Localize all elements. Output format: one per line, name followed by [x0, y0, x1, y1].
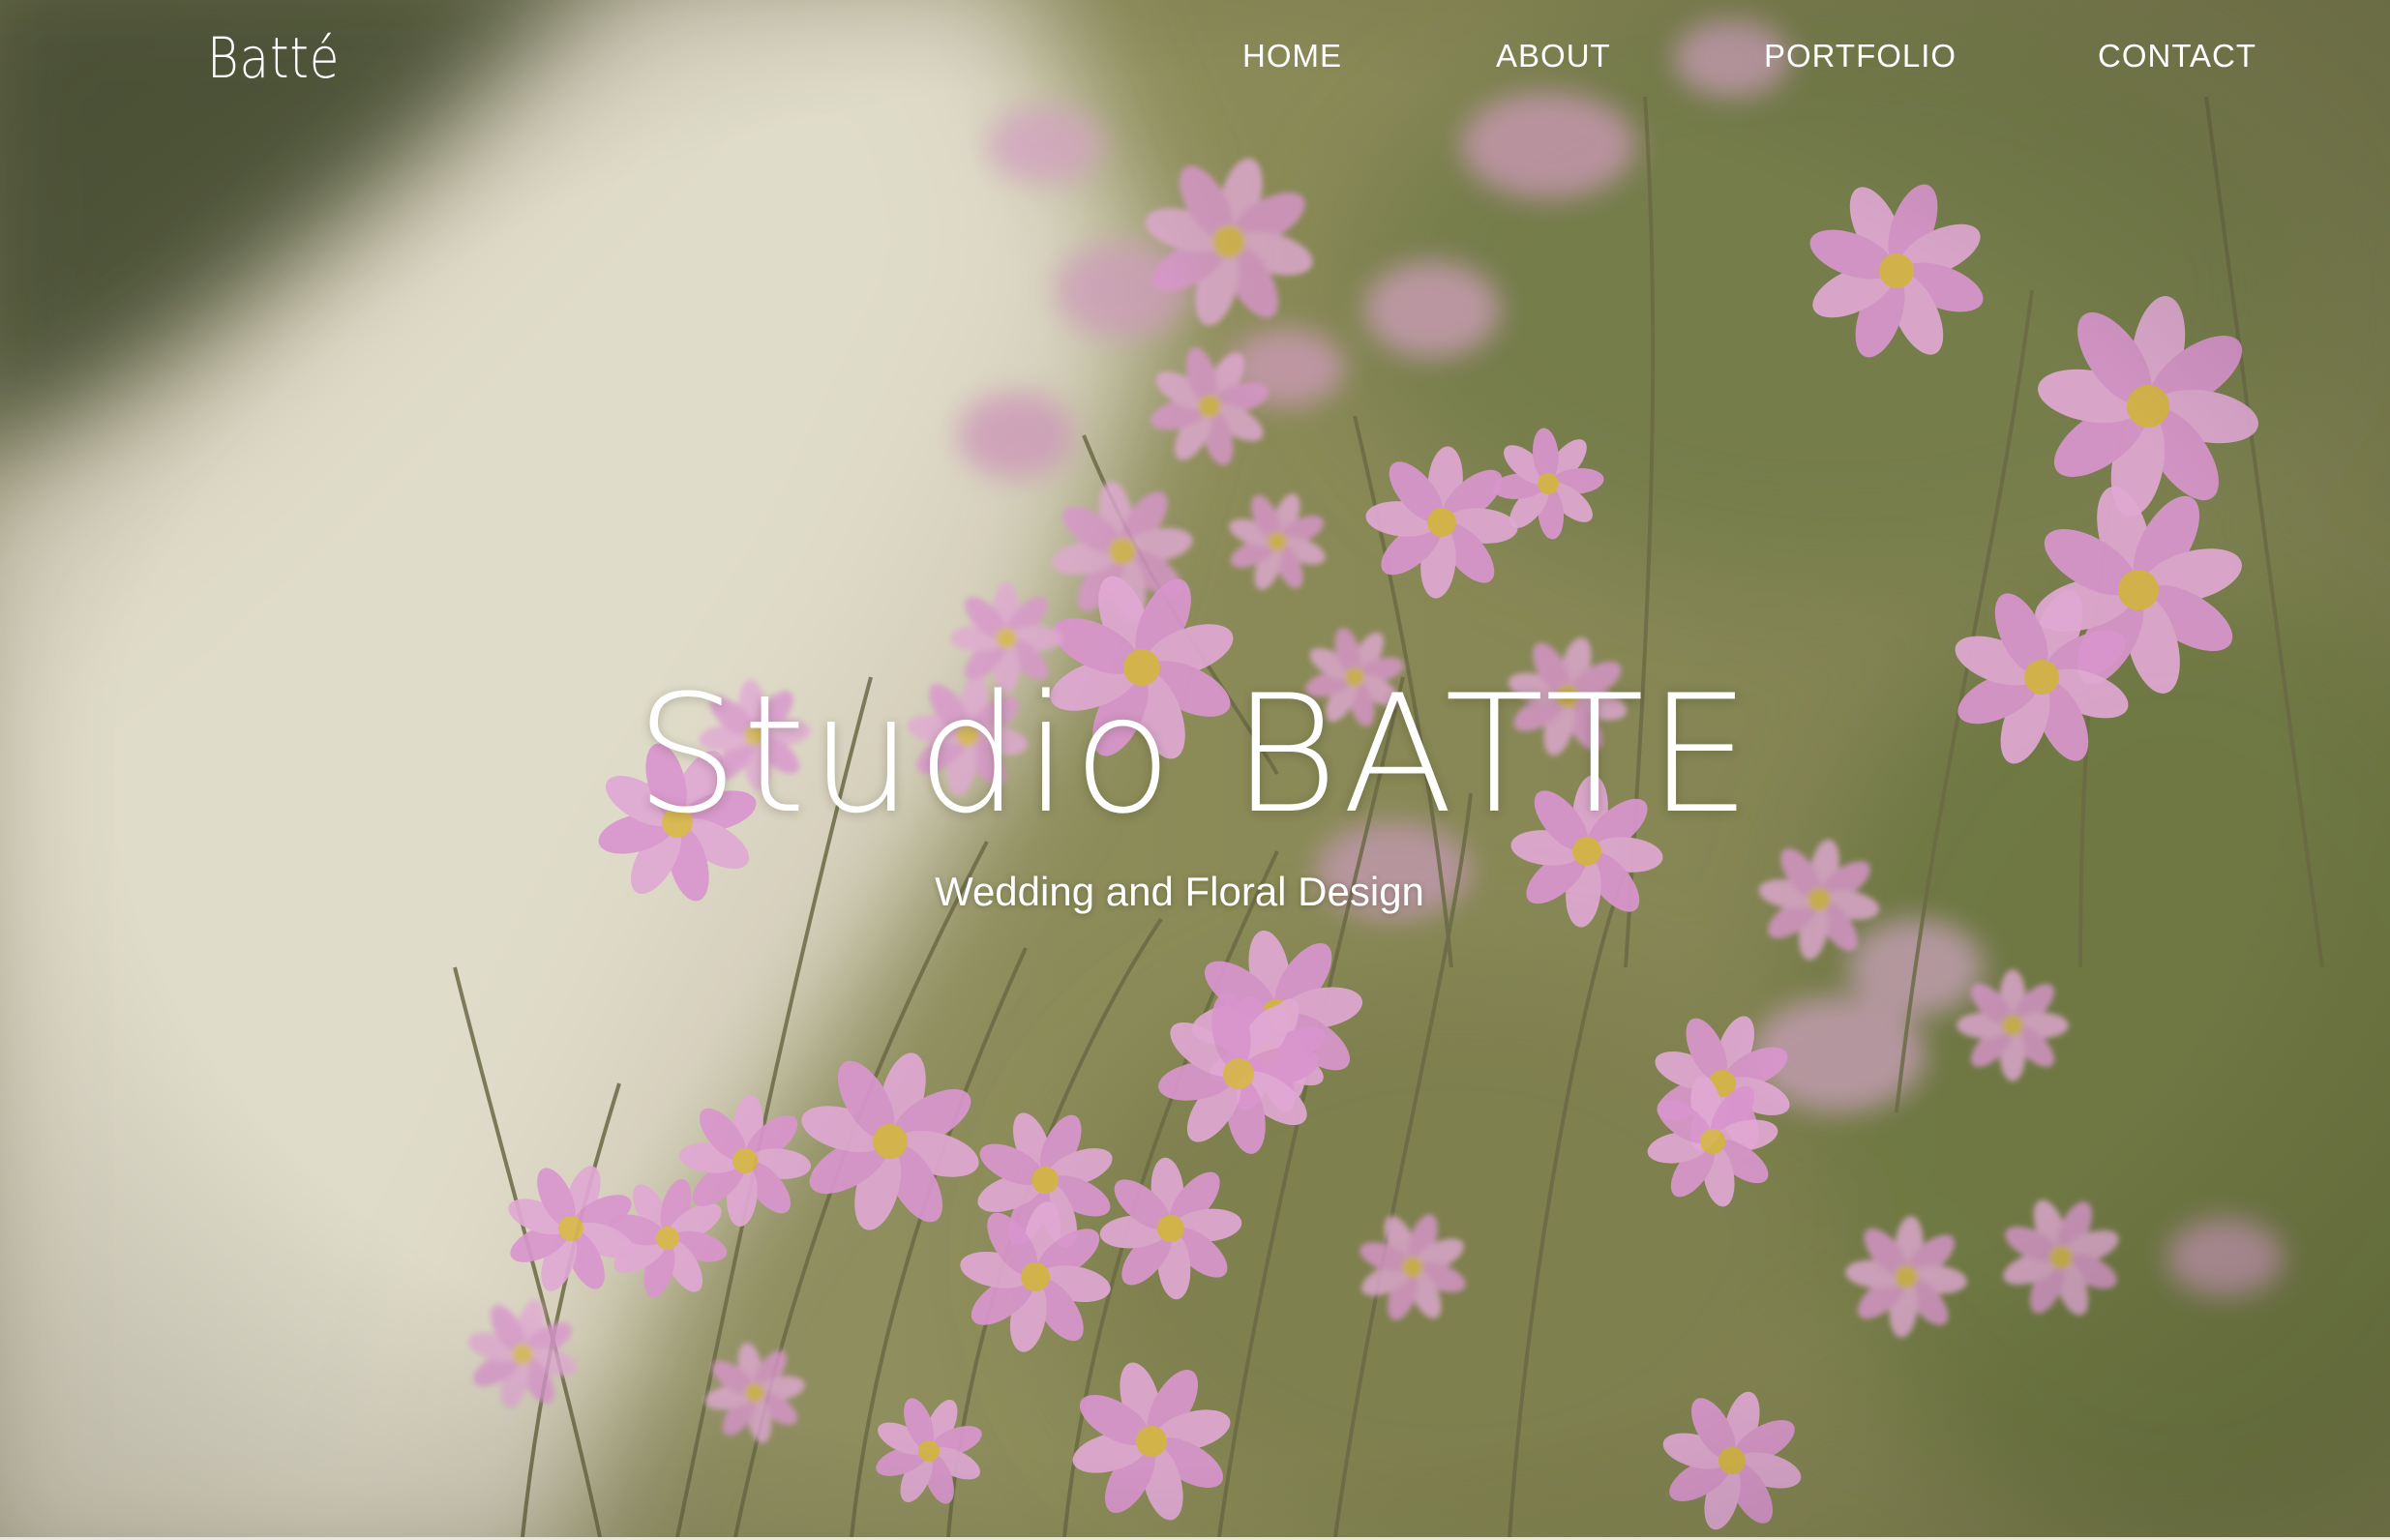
page: Batté HOME ABOUT PORTFOLIO CONTACT Studi…	[0, 0, 2390, 1540]
nav-home-link[interactable]: HOME	[1242, 35, 1342, 77]
hero-subtitle: Wedding and Floral Design	[935, 869, 1424, 914]
nav-about-link[interactable]: ABOUT	[1496, 35, 1611, 77]
site-logo[interactable]: Batté	[207, 21, 340, 95]
top-navigation: Batté HOME ABOUT PORTFOLIO CONTACT	[0, 0, 2390, 116]
hero-title: Studio BATTE	[635, 660, 1755, 849]
nav-contact-link[interactable]: CONTACT	[2098, 35, 2256, 77]
nav-portfolio-link[interactable]: PORTFOLIO	[1764, 35, 1957, 77]
